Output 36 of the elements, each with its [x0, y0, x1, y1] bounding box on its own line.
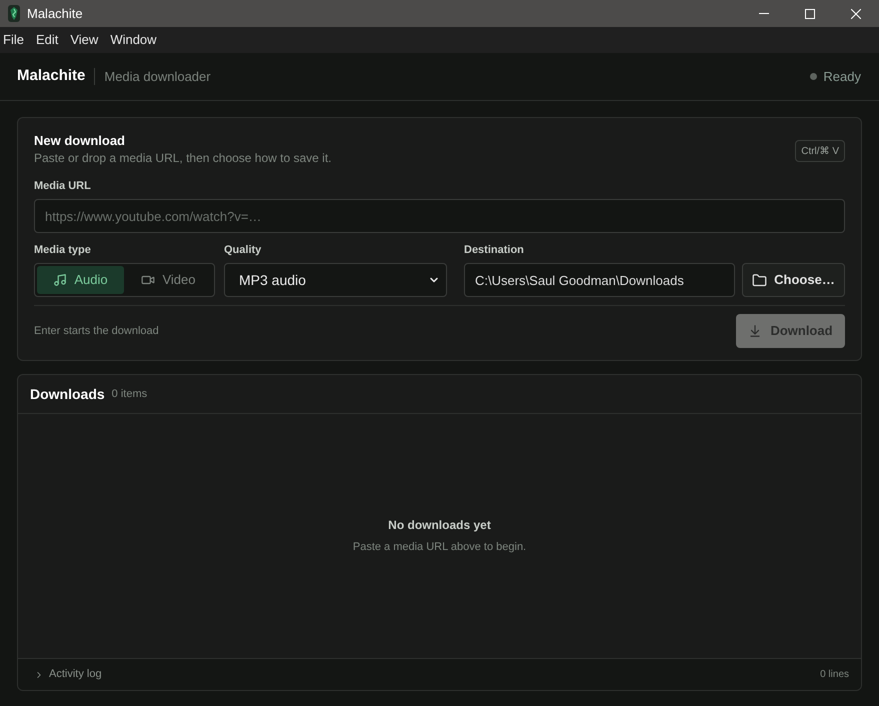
field-label: Quality	[224, 243, 262, 257]
maximize-icon	[805, 8, 815, 18]
field-label: Destination	[464, 243, 525, 257]
window-title: Malachite	[27, 4, 83, 23]
url-field[interactable]: https://www.youtube.com/watch?v=…	[34, 199, 845, 233]
destination-field[interactable]: C:\Users\Saul Goodman\Downloads	[464, 263, 735, 297]
menu-item[interactable]: Window	[110, 32, 157, 48]
download-icon	[748, 324, 762, 338]
field-label: Media URL	[34, 179, 92, 193]
status-text: Ready	[823, 68, 861, 86]
menu-item[interactable]: View	[70, 32, 98, 48]
panel-title: Downloads	[30, 384, 105, 404]
menu-item[interactable]: File	[3, 32, 24, 48]
card-title: New download	[34, 132, 126, 150]
field-label: Media type	[34, 243, 92, 257]
empty-state-hint: Paste a media URL above to begin.	[352, 540, 526, 556]
minimize-icon	[759, 13, 769, 14]
hint-text: Enter starts the download	[34, 324, 159, 339]
music-note-icon	[53, 273, 68, 287]
shortcut-key: Ctrl/⌘ V	[795, 140, 845, 162]
item-count: 0 items	[112, 386, 148, 402]
line-count: 0 lines	[820, 668, 849, 682]
app-subtitle: Media downloader	[104, 68, 211, 86]
media-type-option[interactable]: Video	[125, 266, 212, 294]
quality-select[interactable]: MP3 audio	[224, 263, 447, 297]
empty-state-title: No downloads yet	[388, 517, 491, 534]
video-camera-icon	[141, 273, 156, 287]
choose-folder-button[interactable]: Choose…	[742, 263, 845, 297]
activity-log-toggle[interactable]: Activity log	[34, 666, 102, 683]
gem-logo-icon	[8, 5, 20, 22]
app-name: Malachite	[17, 66, 86, 86]
folder-icon	[752, 272, 768, 288]
card-subtitle: Paste or drop a media URL, then choose how to save it.	[34, 150, 332, 167]
menu-item[interactable]: Edit	[36, 32, 58, 48]
close-icon	[851, 8, 861, 18]
media-type-option[interactable]: Audio	[37, 266, 124, 294]
